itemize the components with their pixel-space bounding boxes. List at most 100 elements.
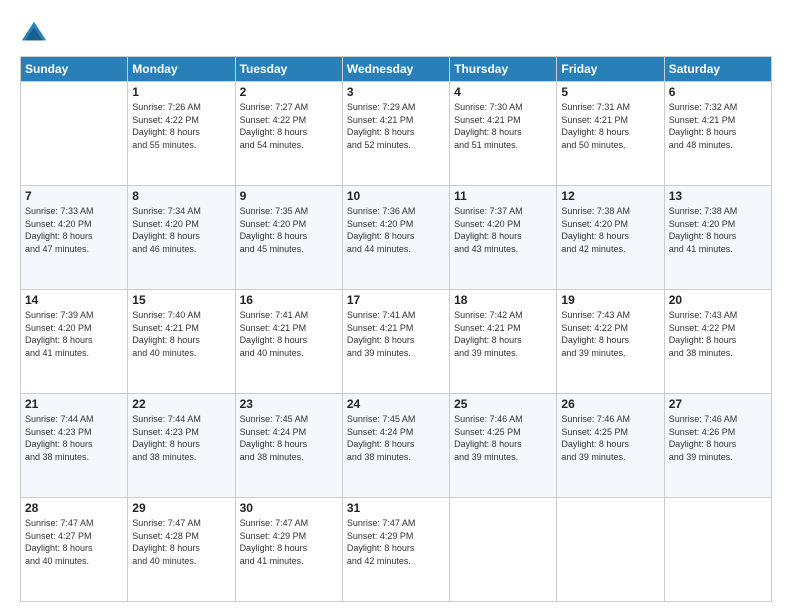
calendar-cell: 7 Sunrise: 7:33 AM Sunset: 4:20 PM Daylig… bbox=[21, 186, 128, 290]
calendar-cell: 27Sunrise: 7:46 AM Sunset: 4:26 PM Dayli… bbox=[664, 394, 771, 498]
calendar-cell: 6Sunrise: 7:32 AM Sunset: 4:21 PM Daylig… bbox=[664, 82, 771, 186]
day-number: 4 bbox=[454, 85, 552, 99]
calendar-cell: 26 Sunrise: 7:46 AM Sunset: 4:25 PM Dayli… bbox=[557, 394, 664, 498]
day-info: Sunrise: 7:33 AM Sunset: 4:20 PM Dayligh… bbox=[25, 205, 123, 255]
day-info: Sunrise: 7:39 AM Sunset: 4:20 PM Dayligh… bbox=[25, 309, 123, 359]
day-info: Sunrise: 7:47 AM Sunset: 4:29 PM Dayligh… bbox=[240, 517, 338, 567]
header-row: SundayMondayTuesdayWednesdayThursdayFrid… bbox=[21, 57, 772, 82]
day-info: Sunrise: 7:31 AM Sunset: 4:21 PM Dayligh… bbox=[561, 101, 659, 151]
day-number: 23 bbox=[240, 397, 338, 411]
calendar-table: SundayMondayTuesdayWednesdayThursdayFrid… bbox=[20, 56, 772, 602]
day-info: Sunrise: 7:38 AM Sunset: 4:20 PM Dayligh… bbox=[561, 205, 659, 255]
day-info: Sunrise: 7:38 AM Sunset: 4:20 PM Dayligh… bbox=[669, 205, 767, 255]
calendar-cell: 28 Sunrise: 7:47 AM Sunset: 4:27 PM Dayli… bbox=[21, 498, 128, 602]
day-number: 7 bbox=[25, 189, 123, 203]
day-info: Sunrise: 7:41 AM Sunset: 4:21 PM Dayligh… bbox=[240, 309, 338, 359]
day-info: Sunrise: 7:47 AM Sunset: 4:27 PM Dayligh… bbox=[25, 517, 123, 567]
weekday-header-friday: Friday bbox=[557, 57, 664, 82]
calendar-cell: 13 Sunrise: 7:38 AM Sunset: 4:20 PM Dayli… bbox=[664, 186, 771, 290]
day-info: Sunrise: 7:43 AM Sunset: 4:22 PM Dayligh… bbox=[669, 309, 767, 359]
calendar-cell: 3Sunrise: 7:29 AM Sunset: 4:21 PM Daylig… bbox=[342, 82, 449, 186]
calendar-cell: 15 Sunrise: 7:40 AM Sunset: 4:21 PM Dayli… bbox=[128, 290, 235, 394]
day-number: 28 bbox=[25, 501, 123, 515]
calendar-week-1: 1Sunrise: 7:26 AM Sunset: 4:22 PM Daylig… bbox=[21, 82, 772, 186]
day-number: 10 bbox=[347, 189, 445, 203]
day-info: Sunrise: 7:46 AM Sunset: 4:25 PM Dayligh… bbox=[454, 413, 552, 463]
day-number: 20 bbox=[669, 293, 767, 307]
day-number: 2 bbox=[240, 85, 338, 99]
day-number: 13 bbox=[669, 189, 767, 203]
day-number: 29 bbox=[132, 501, 230, 515]
calendar-cell: 20 Sunrise: 7:43 AM Sunset: 4:22 PM Dayli… bbox=[664, 290, 771, 394]
calendar-week-4: 21 Sunrise: 7:44 AM Sunset: 4:23 PM Dayli… bbox=[21, 394, 772, 498]
day-info: Sunrise: 7:47 AM Sunset: 4:28 PM Dayligh… bbox=[132, 517, 230, 567]
calendar-cell: 4 Sunrise: 7:30 AM Sunset: 4:21 PM Daylig… bbox=[450, 82, 557, 186]
calendar-cell: 23 Sunrise: 7:45 AM Sunset: 4:24 PM Dayli… bbox=[235, 394, 342, 498]
weekday-header-saturday: Saturday bbox=[664, 57, 771, 82]
logo-icon bbox=[20, 18, 48, 46]
day-info: Sunrise: 7:45 AM Sunset: 4:24 PM Dayligh… bbox=[240, 413, 338, 463]
calendar-cell: 11 Sunrise: 7:37 AM Sunset: 4:20 PM Dayli… bbox=[450, 186, 557, 290]
calendar-cell: 5 Sunrise: 7:31 AM Sunset: 4:21 PM Daylig… bbox=[557, 82, 664, 186]
day-info: Sunrise: 7:45 AM Sunset: 4:24 PM Dayligh… bbox=[347, 413, 445, 463]
day-number: 12 bbox=[561, 189, 659, 203]
day-info: Sunrise: 7:36 AM Sunset: 4:20 PM Dayligh… bbox=[347, 205, 445, 255]
day-number: 19 bbox=[561, 293, 659, 307]
page: SundayMondayTuesdayWednesdayThursdayFrid… bbox=[0, 0, 792, 612]
day-number: 15 bbox=[132, 293, 230, 307]
day-info: Sunrise: 7:41 AM Sunset: 4:21 PM Dayligh… bbox=[347, 309, 445, 359]
day-number: 25 bbox=[454, 397, 552, 411]
day-info: Sunrise: 7:44 AM Sunset: 4:23 PM Dayligh… bbox=[25, 413, 123, 463]
calendar-cell: 10 Sunrise: 7:36 AM Sunset: 4:20 PM Dayli… bbox=[342, 186, 449, 290]
day-info: Sunrise: 7:30 AM Sunset: 4:21 PM Dayligh… bbox=[454, 101, 552, 151]
calendar-cell bbox=[450, 498, 557, 602]
day-number: 30 bbox=[240, 501, 338, 515]
calendar-cell bbox=[21, 82, 128, 186]
calendar-cell bbox=[557, 498, 664, 602]
day-info: Sunrise: 7:27 AM Sunset: 4:22 PM Dayligh… bbox=[240, 101, 338, 151]
day-info: Sunrise: 7:42 AM Sunset: 4:21 PM Dayligh… bbox=[454, 309, 552, 359]
day-number: 11 bbox=[454, 189, 552, 203]
day-number: 9 bbox=[240, 189, 338, 203]
calendar-cell: 29 Sunrise: 7:47 AM Sunset: 4:28 PM Dayli… bbox=[128, 498, 235, 602]
day-number: 17 bbox=[347, 293, 445, 307]
day-info: Sunrise: 7:35 AM Sunset: 4:20 PM Dayligh… bbox=[240, 205, 338, 255]
day-info: Sunrise: 7:47 AM Sunset: 4:29 PM Dayligh… bbox=[347, 517, 445, 567]
calendar-cell: 1Sunrise: 7:26 AM Sunset: 4:22 PM Daylig… bbox=[128, 82, 235, 186]
calendar-cell: 31 Sunrise: 7:47 AM Sunset: 4:29 PM Dayli… bbox=[342, 498, 449, 602]
weekday-header-thursday: Thursday bbox=[450, 57, 557, 82]
day-number: 22 bbox=[132, 397, 230, 411]
logo bbox=[20, 18, 52, 46]
day-info: Sunrise: 7:46 AM Sunset: 4:25 PM Dayligh… bbox=[561, 413, 659, 463]
calendar-week-2: 7 Sunrise: 7:33 AM Sunset: 4:20 PM Daylig… bbox=[21, 186, 772, 290]
calendar-cell: 9 Sunrise: 7:35 AM Sunset: 4:20 PM Daylig… bbox=[235, 186, 342, 290]
calendar-cell: 18 Sunrise: 7:42 AM Sunset: 4:21 PM Dayli… bbox=[450, 290, 557, 394]
calendar-cell: 16 Sunrise: 7:41 AM Sunset: 4:21 PM Dayli… bbox=[235, 290, 342, 394]
day-number: 8 bbox=[132, 189, 230, 203]
day-number: 16 bbox=[240, 293, 338, 307]
day-number: 31 bbox=[347, 501, 445, 515]
day-number: 21 bbox=[25, 397, 123, 411]
day-number: 14 bbox=[25, 293, 123, 307]
calendar-cell: 22Sunrise: 7:44 AM Sunset: 4:23 PM Dayli… bbox=[128, 394, 235, 498]
day-number: 6 bbox=[669, 85, 767, 99]
day-number: 18 bbox=[454, 293, 552, 307]
day-number: 26 bbox=[561, 397, 659, 411]
day-info: Sunrise: 7:43 AM Sunset: 4:22 PM Dayligh… bbox=[561, 309, 659, 359]
day-number: 5 bbox=[561, 85, 659, 99]
day-info: Sunrise: 7:46 AM Sunset: 4:26 PM Dayligh… bbox=[669, 413, 767, 463]
day-number: 3 bbox=[347, 85, 445, 99]
weekday-header-tuesday: Tuesday bbox=[235, 57, 342, 82]
header bbox=[20, 18, 772, 46]
weekday-header-wednesday: Wednesday bbox=[342, 57, 449, 82]
calendar-week-3: 14 Sunrise: 7:39 AM Sunset: 4:20 PM Dayli… bbox=[21, 290, 772, 394]
weekday-header-sunday: Sunday bbox=[21, 57, 128, 82]
day-info: Sunrise: 7:37 AM Sunset: 4:20 PM Dayligh… bbox=[454, 205, 552, 255]
calendar-cell: 25 Sunrise: 7:46 AM Sunset: 4:25 PM Dayli… bbox=[450, 394, 557, 498]
calendar-cell: 14 Sunrise: 7:39 AM Sunset: 4:20 PM Dayli… bbox=[21, 290, 128, 394]
day-info: Sunrise: 7:26 AM Sunset: 4:22 PM Dayligh… bbox=[132, 101, 230, 151]
day-info: Sunrise: 7:40 AM Sunset: 4:21 PM Dayligh… bbox=[132, 309, 230, 359]
calendar-week-5: 28 Sunrise: 7:47 AM Sunset: 4:27 PM Dayli… bbox=[21, 498, 772, 602]
calendar-cell: 21 Sunrise: 7:44 AM Sunset: 4:23 PM Dayli… bbox=[21, 394, 128, 498]
day-number: 24 bbox=[347, 397, 445, 411]
